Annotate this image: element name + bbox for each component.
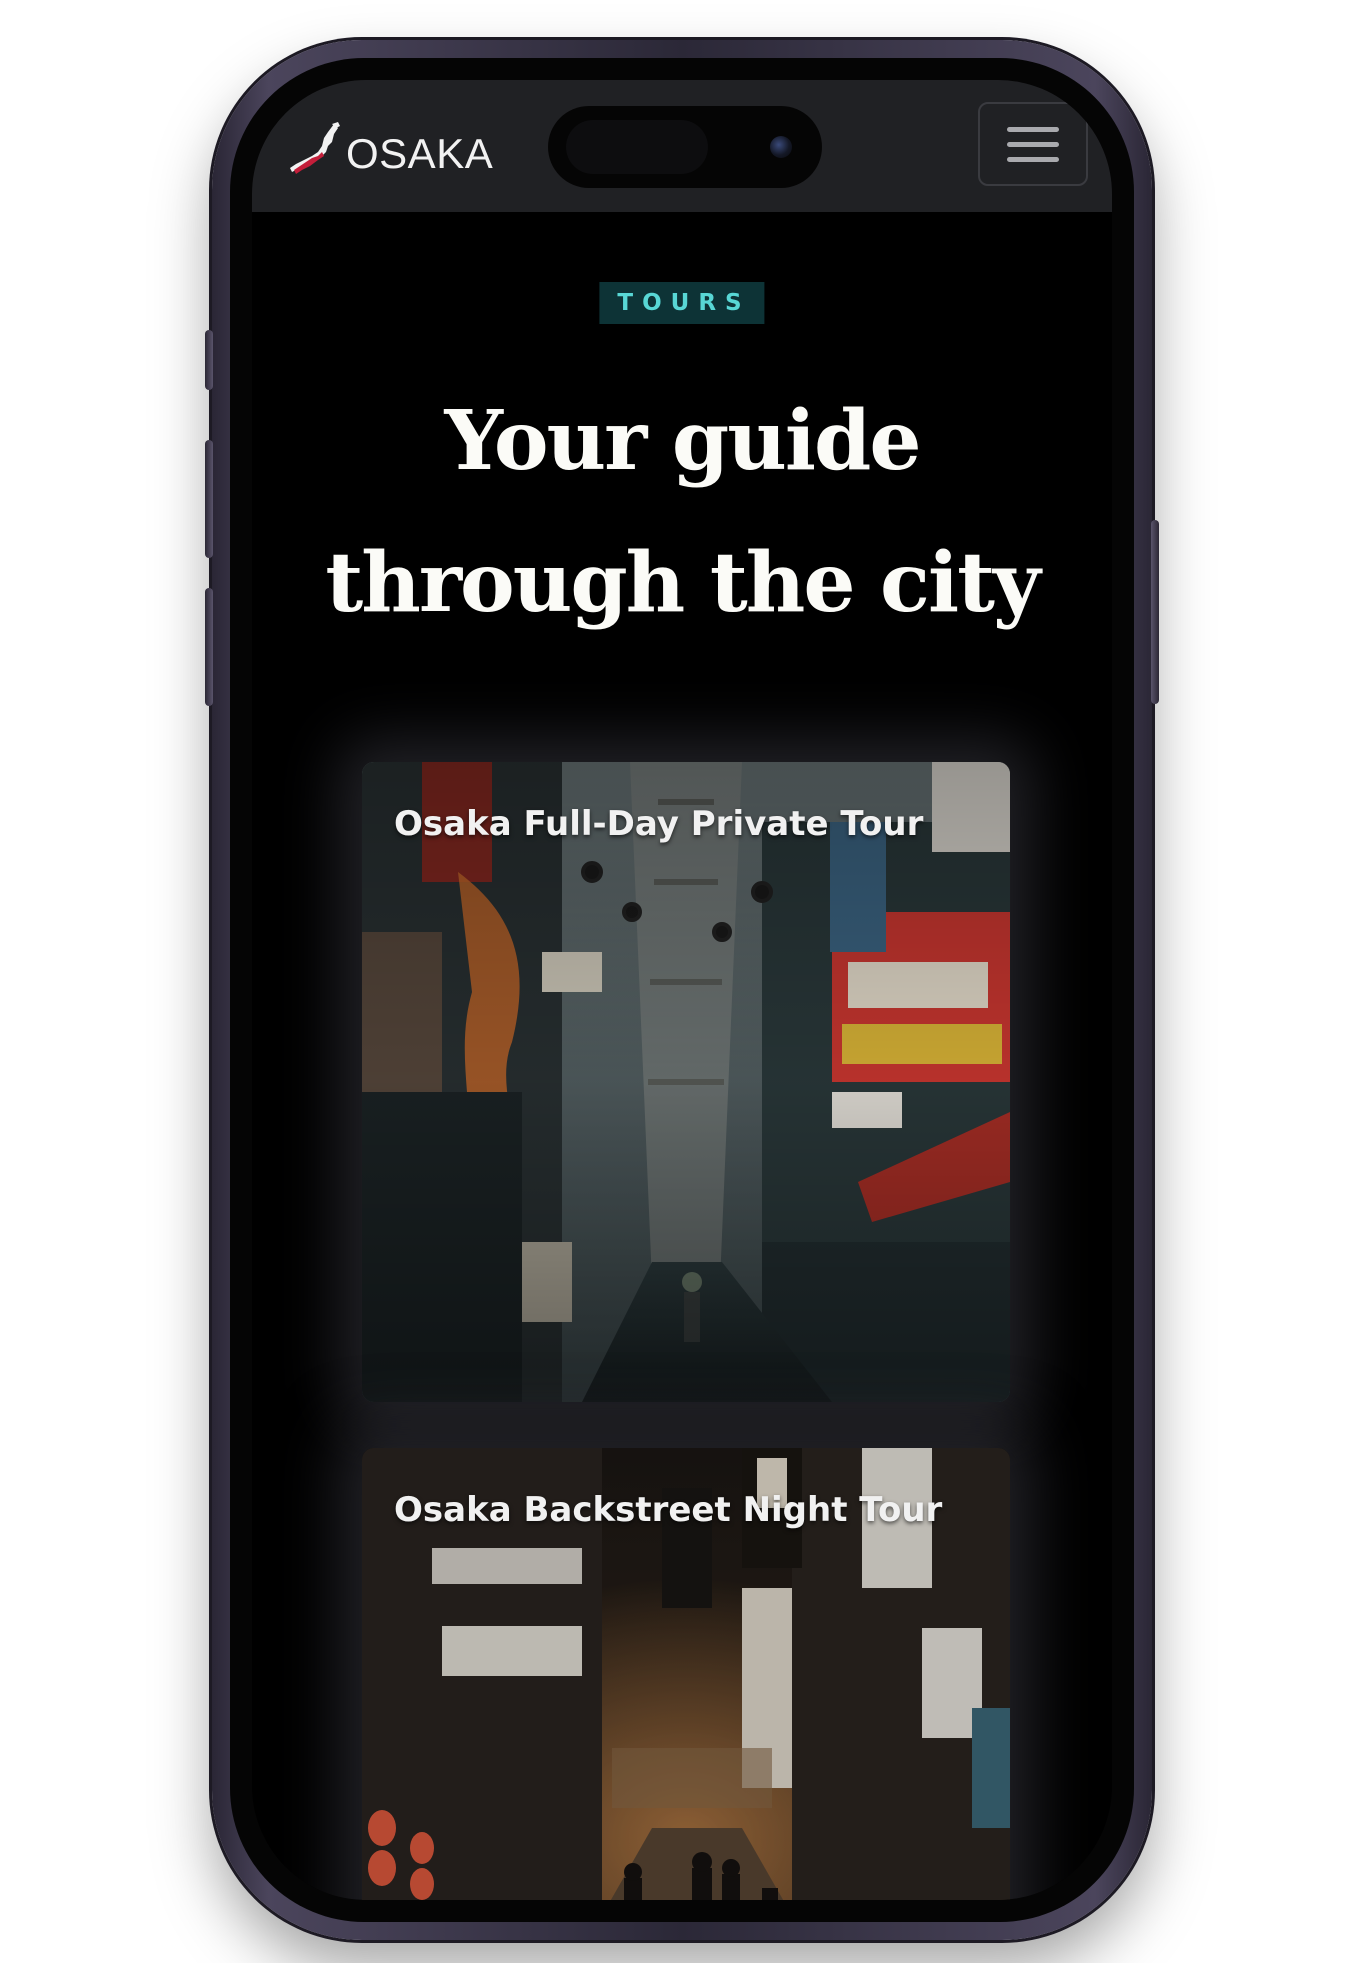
phone-frame: OSAKA TOURS Your guide through the city [205, 40, 1159, 1940]
japan-map-icon [290, 122, 340, 174]
front-camera [770, 136, 792, 158]
volume-down-button [205, 588, 213, 706]
hamburger-line [1007, 156, 1059, 162]
headline-line-1: Your guide [444, 393, 921, 489]
tour-title: Osaka Full-Day Private Tour [394, 804, 924, 844]
dynamic-island [548, 106, 822, 188]
hamburger-line [1007, 141, 1059, 147]
tour-photo-shinsekai [362, 762, 1010, 1402]
tour-title: Osaka Backstreet Night Tour [394, 1490, 943, 1530]
headline-line-2: through the city [325, 535, 1040, 631]
section-badge: TOURS [599, 282, 765, 324]
menu-toggle-button[interactable] [978, 102, 1088, 186]
volume-up-button [205, 440, 213, 558]
navbar: OSAKA [252, 80, 1112, 212]
tour-card[interactable]: Osaka Full-Day Private Tour [362, 762, 1010, 1402]
phone-screen: OSAKA TOURS Your guide through the city [252, 80, 1112, 1900]
site-logo[interactable]: OSAKA [288, 122, 493, 178]
phone-bezel: OSAKA TOURS Your guide through the city [230, 58, 1134, 1922]
page-title: Your guide through the city [252, 370, 1112, 654]
mute-switch [205, 330, 213, 390]
power-button [1151, 520, 1159, 704]
logo-text: OSAKA [346, 130, 494, 177]
island-sensor [566, 120, 708, 174]
hamburger-menu-icon [1007, 126, 1059, 132]
tour-card[interactable]: Osaka Backstreet Night Tour [362, 1448, 1010, 1900]
